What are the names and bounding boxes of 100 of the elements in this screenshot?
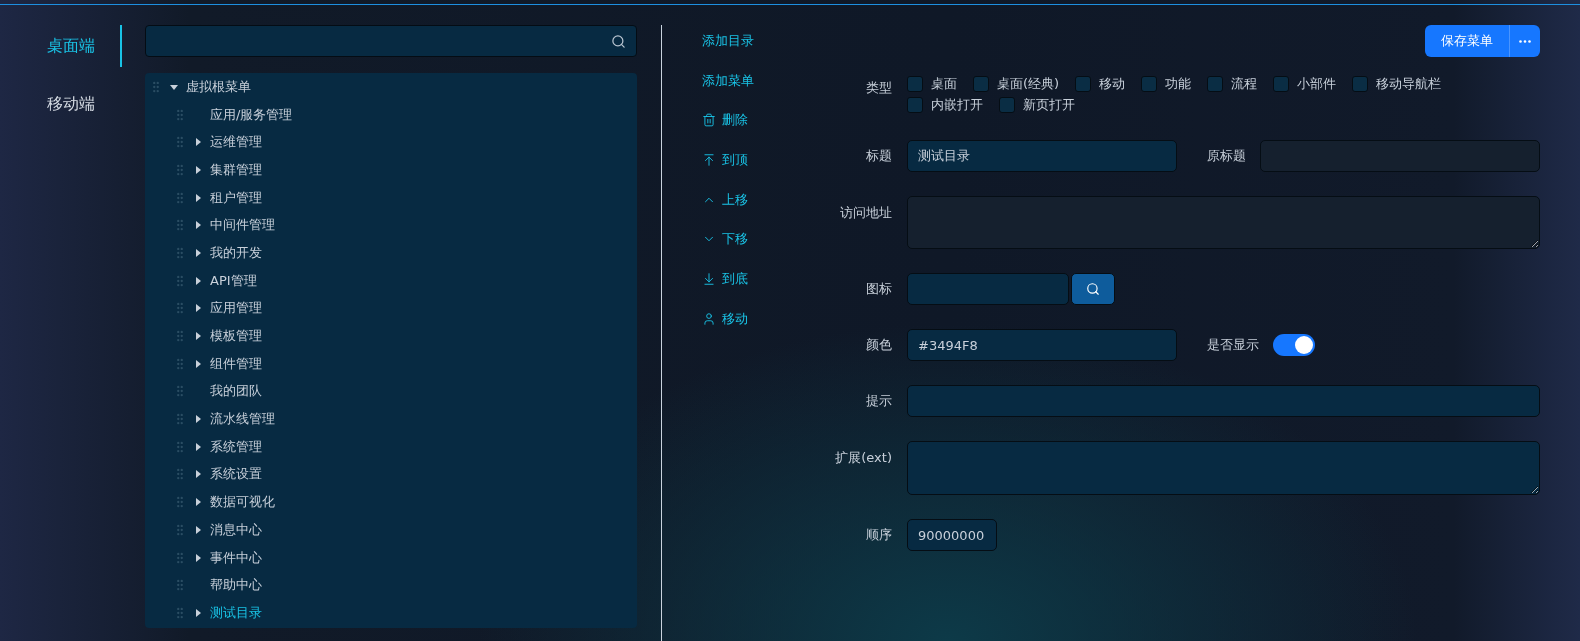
field-label: 扩展(ext) — [834, 449, 892, 467]
checkbox[interactable] — [1352, 75, 1369, 92]
order-input[interactable]: 90000000 — [907, 519, 997, 551]
field-label: 是否显示 — [1207, 336, 1259, 354]
caret-right-icon[interactable] — [194, 359, 202, 368]
checkbox-label: 桌面(经典) — [997, 74, 1060, 93]
platform-tab[interactable]: 移动端 — [0, 83, 122, 125]
tree-item[interactable]: 应用/服务管理 — [210, 105, 293, 124]
tree-item[interactable]: 事件中心 — [210, 548, 262, 567]
action-link[interactable]: 到顶 — [702, 140, 748, 180]
checkbox[interactable] — [1273, 75, 1290, 92]
tree-item[interactable]: 帮助中心 — [210, 576, 262, 595]
caret-right-icon[interactable] — [194, 193, 202, 202]
checkbox-label: 功能 — [1165, 74, 1192, 93]
tree-item[interactable]: 模板管理 — [210, 327, 262, 346]
tree-item[interactable]: 集群管理 — [210, 160, 262, 179]
action-link[interactable]: 移动 — [702, 298, 748, 339]
tree-item[interactable]: 中间件管理 — [210, 216, 275, 235]
action-label[interactable]: 上移 — [722, 190, 748, 209]
search-icon[interactable] — [611, 33, 626, 49]
caret-right-icon[interactable] — [194, 276, 202, 285]
checkbox-label: 流程 — [1231, 74, 1258, 93]
action-link[interactable]: 添加目录 — [702, 21, 754, 61]
action-label[interactable]: 移动 — [722, 309, 748, 328]
icon-search-button[interactable] — [1071, 273, 1115, 305]
hint-input[interactable] — [907, 385, 1540, 417]
person-icon — [702, 311, 716, 326]
checkbox[interactable] — [999, 96, 1015, 113]
action-link[interactable]: 上移 — [702, 179, 748, 220]
color-input[interactable]: #3494F8 — [907, 329, 1177, 361]
caret-right-icon[interactable] — [194, 553, 202, 562]
caret-right-icon[interactable] — [194, 138, 202, 147]
tree-item[interactable]: 租户管理 — [210, 188, 262, 207]
tree-item[interactable]: 虚拟根菜单 — [186, 77, 251, 96]
action-link[interactable]: 删除 — [702, 100, 748, 141]
checkbox-label: 内嵌打开 — [931, 95, 983, 114]
caret-right-icon[interactable] — [194, 165, 202, 174]
caret-right-icon[interactable] — [194, 525, 202, 534]
action-label[interactable]: 到顶 — [722, 150, 748, 169]
tree-item[interactable]: 我的开发 — [210, 243, 262, 262]
caret-right-icon[interactable] — [194, 442, 202, 451]
tree-item[interactable]: 测试目录 — [210, 603, 262, 622]
caret-right-icon[interactable] — [194, 248, 202, 257]
field-label: 颜色 — [865, 336, 892, 354]
original-title-input[interactable] — [1260, 140, 1540, 172]
more-button[interactable] — [1509, 25, 1540, 57]
caret-right-icon[interactable] — [194, 304, 202, 313]
checkbox-label: 桌面 — [931, 74, 957, 93]
action-label[interactable]: 添加菜单 — [702, 71, 754, 90]
tree-item[interactable]: 运维管理 — [210, 133, 262, 152]
checkbox[interactable] — [1207, 75, 1224, 92]
caret-right-icon[interactable] — [194, 332, 202, 341]
action-link[interactable]: 下移 — [702, 219, 748, 260]
search-icon — [1086, 282, 1100, 296]
tree-item[interactable]: 应用管理 — [210, 299, 262, 318]
action-label[interactable]: 到底 — [722, 269, 748, 288]
checkbox[interactable] — [1075, 75, 1092, 92]
icon-input[interactable] — [907, 273, 1069, 305]
caret-right-icon[interactable] — [194, 221, 202, 230]
title-input[interactable]: 测试目录 — [907, 140, 1177, 172]
checkbox-label: 移动 — [1099, 74, 1126, 93]
caret-down-icon[interactable] — [170, 82, 178, 91]
caret-right-icon[interactable] — [194, 470, 202, 479]
visible-toggle[interactable] — [1273, 334, 1315, 356]
checkbox[interactable] — [973, 75, 989, 92]
caret-right-icon[interactable] — [194, 498, 202, 507]
arrow-to-bottom-icon — [702, 271, 716, 286]
tree-item[interactable]: 数据可视化 — [210, 493, 275, 512]
ext-textarea[interactable] — [907, 441, 1540, 495]
field-label: 原标题 — [1207, 147, 1246, 165]
action-label[interactable]: 下移 — [722, 230, 748, 249]
save-menu-button[interactable]: 保存菜单 — [1425, 25, 1509, 57]
checkbox-label: 新页打开 — [1023, 95, 1075, 114]
caret-right-icon[interactable] — [194, 415, 202, 424]
field-label: 提示 — [865, 392, 892, 410]
checkbox[interactable] — [907, 96, 923, 113]
action-label[interactable]: 删除 — [722, 111, 748, 130]
url-textarea[interactable] — [907, 196, 1540, 249]
tree-item[interactable]: API管理 — [210, 271, 257, 290]
checkbox[interactable] — [1141, 75, 1158, 92]
arrow-to-top-icon — [702, 152, 716, 167]
action-label[interactable]: 添加目录 — [702, 31, 754, 50]
action-link[interactable]: 到底 — [702, 259, 748, 299]
tree-item[interactable]: 系统管理 — [210, 437, 262, 456]
checkbox[interactable] — [907, 75, 923, 92]
tree-item[interactable]: 我的团队 — [210, 382, 262, 401]
checkbox-label: 移动导航栏 — [1376, 74, 1442, 93]
field-label: 顺序 — [865, 526, 892, 544]
more-icon — [1519, 39, 1531, 43]
action-link[interactable]: 添加菜单 — [702, 60, 754, 101]
tree-item[interactable]: 流水线管理 — [210, 410, 275, 429]
field-label: 类型 — [865, 79, 892, 97]
field-label: 标题 — [865, 147, 892, 165]
tree-item[interactable]: 系统设置 — [210, 465, 262, 484]
checkbox-label: 小部件 — [1297, 74, 1337, 93]
tree-item[interactable]: 组件管理 — [210, 354, 262, 373]
caret-right-icon[interactable] — [194, 608, 202, 617]
tree-item[interactable]: 消息中心 — [210, 520, 262, 539]
search-field[interactable] — [145, 25, 637, 57]
platform-tab[interactable]: 桌面端 — [0, 25, 122, 67]
